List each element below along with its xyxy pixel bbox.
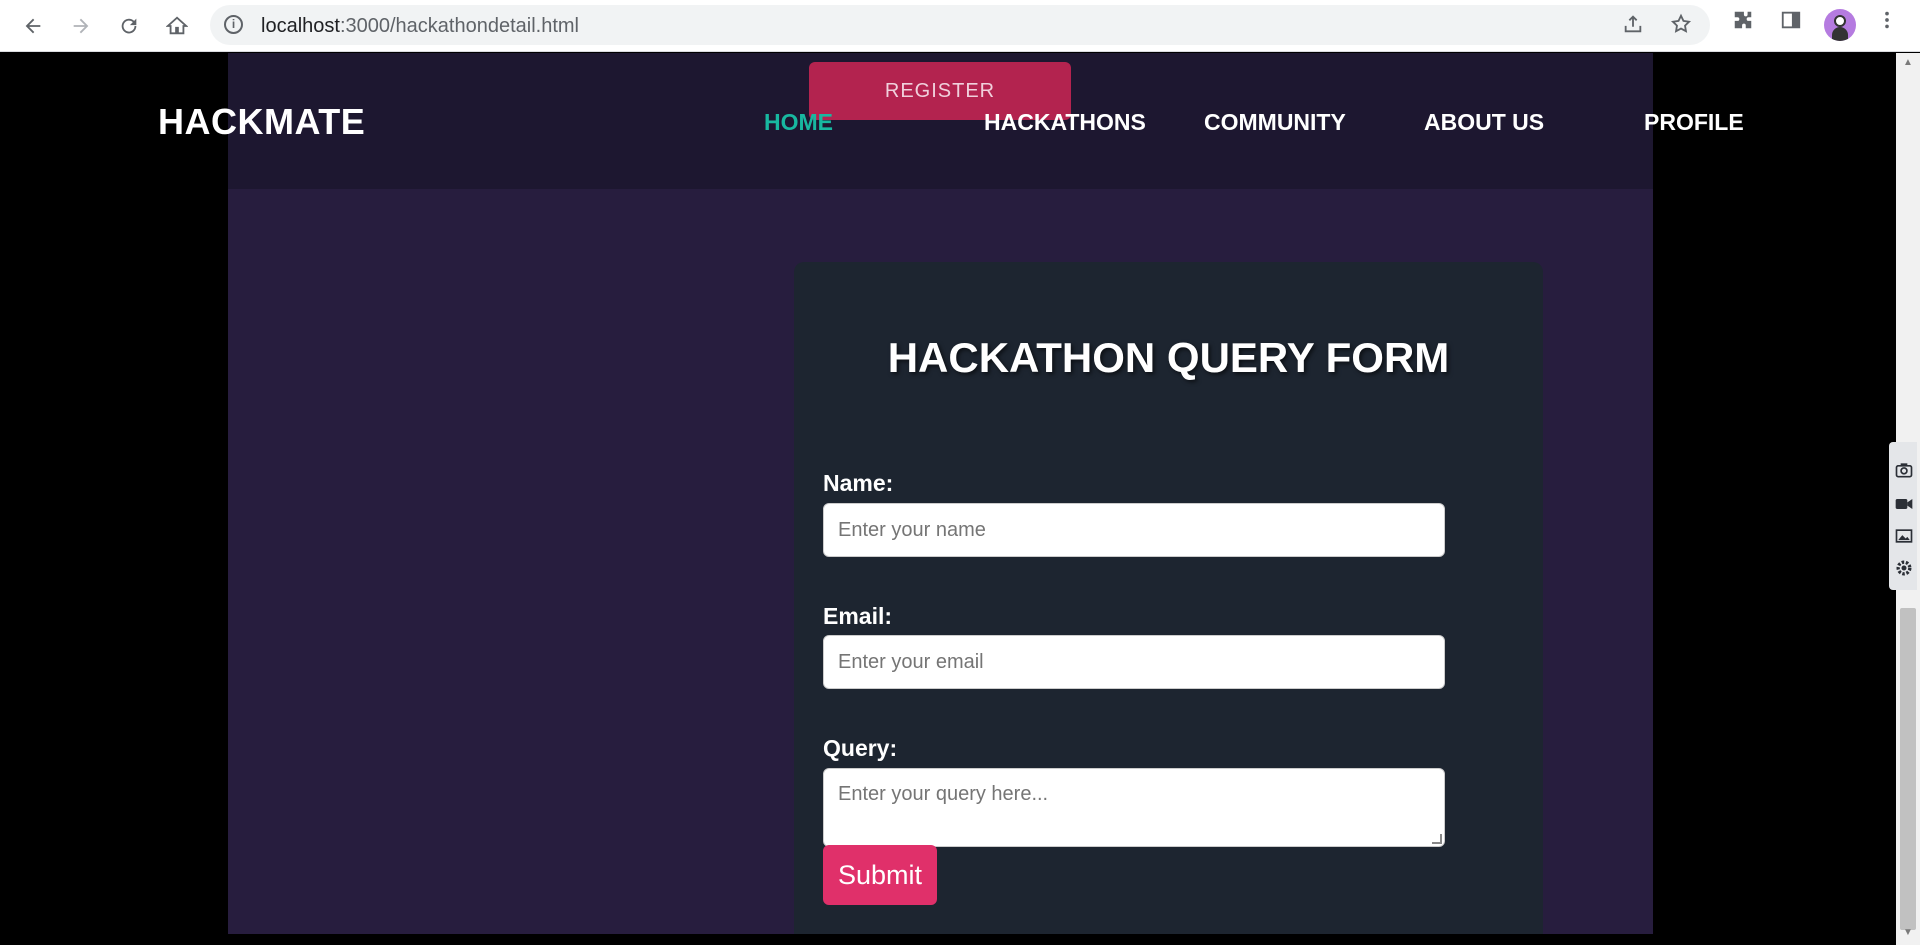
- scroll-down-arrow-icon[interactable]: ▼: [1902, 927, 1914, 939]
- query-textarea[interactable]: Enter your query here...: [823, 768, 1445, 847]
- home-icon[interactable]: [160, 9, 194, 43]
- form-title: HACKATHON QUERY FORM: [887, 334, 1450, 381]
- browser-toolbar: i localhost:3000/hackathondetail.html: [0, 0, 1920, 52]
- url-path: :3000/hackathondetail.html: [339, 15, 579, 37]
- name-label: Name:: [823, 470, 894, 496]
- nav-community[interactable]: COMMUNITY: [1204, 109, 1346, 136]
- back-arrow-icon[interactable]: [16, 9, 50, 43]
- resize-grip-icon[interactable]: [1432, 834, 1442, 844]
- kebab-menu-icon[interactable]: [1872, 9, 1902, 39]
- name-input[interactable]: Enter your name: [823, 503, 1445, 557]
- gallery-icon[interactable]: [1893, 526, 1915, 548]
- gear-icon[interactable]: [1893, 558, 1915, 580]
- site-info-icon[interactable]: i: [224, 15, 243, 34]
- scroll-thumb[interactable]: [1900, 608, 1916, 930]
- query-form-card: HACKATHON QUERY FORM Name: Enter your na…: [794, 262, 1543, 934]
- video-icon[interactable]: [1893, 494, 1915, 516]
- nav-profile[interactable]: PROFILE: [1644, 109, 1744, 136]
- share-icon[interactable]: [1621, 13, 1645, 37]
- nav-hackathons[interactable]: HACKATHONS: [984, 109, 1146, 136]
- camera-icon[interactable]: [1893, 460, 1915, 482]
- extensions-icon[interactable]: [1728, 9, 1758, 39]
- page-viewport: HACKATHON QUERY FORM Name: Enter your na…: [0, 53, 1896, 945]
- url-text: localhost:3000/hackathondetail.html: [261, 15, 579, 38]
- email-input[interactable]: Enter your email: [823, 635, 1445, 689]
- capture-side-panel: [1889, 442, 1917, 590]
- nav-home[interactable]: HOME: [764, 109, 833, 136]
- bookmark-star-icon[interactable]: [1669, 13, 1693, 37]
- address-bar[interactable]: i localhost:3000/hackathondetail.html: [210, 5, 1710, 45]
- nav-about-us[interactable]: ABOUT US: [1424, 109, 1544, 136]
- query-placeholder: Enter your query here...: [838, 783, 1049, 805]
- reload-icon[interactable]: [112, 9, 146, 43]
- avatar-head: [1834, 15, 1846, 27]
- url-host: localhost: [261, 15, 340, 37]
- forward-arrow-icon[interactable]: [64, 9, 98, 43]
- side-panel-icon[interactable]: [1776, 9, 1806, 39]
- scroll-up-arrow-icon[interactable]: ▲: [1902, 57, 1914, 69]
- avatar-body: [1832, 27, 1848, 41]
- profile-avatar[interactable]: [1824, 9, 1856, 41]
- submit-button[interactable]: Submit: [823, 845, 937, 905]
- query-label: Query:: [823, 735, 898, 761]
- page-container: HACKATHON QUERY FORM Name: Enter your na…: [228, 53, 1653, 934]
- site-logo[interactable]: HACKMATE: [158, 101, 365, 143]
- email-label: Email:: [823, 603, 893, 629]
